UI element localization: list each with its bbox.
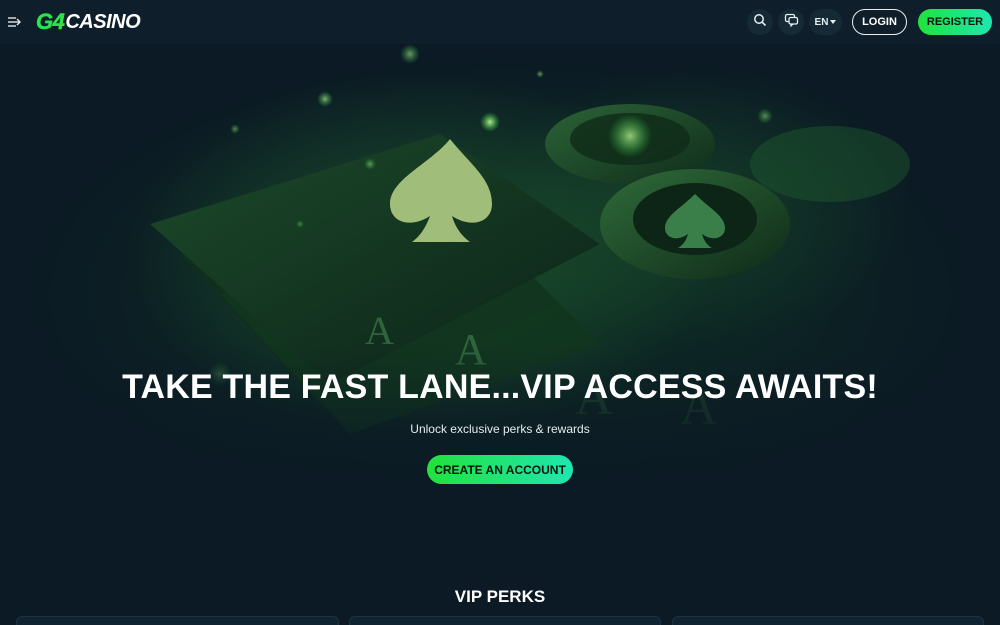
site-logo[interactable]: G4 CASINO xyxy=(36,9,141,35)
hero-subtitle: Unlock exclusive perks & rewards xyxy=(410,422,590,436)
language-selector[interactable]: EN xyxy=(809,9,842,35)
language-label: EN xyxy=(814,16,829,28)
register-button[interactable]: REGISTER xyxy=(918,9,992,35)
perk-card xyxy=(16,616,339,625)
search-icon xyxy=(753,13,767,32)
menu-toggle-icon[interactable] xyxy=(7,14,21,30)
create-account-button[interactable]: CREATE AN ACCOUNT xyxy=(427,455,573,484)
chevron-down-icon xyxy=(830,20,837,24)
hero-banner: A A A A xyxy=(0,44,1000,564)
perk-card xyxy=(349,616,661,625)
perk-card xyxy=(672,616,984,625)
vip-perks-heading: VIP PERKS xyxy=(454,587,546,606)
logo-text: CASINO xyxy=(65,10,141,33)
search-button[interactable] xyxy=(747,9,773,35)
top-header: G4 CASINO EN LOGIN REGISTER xyxy=(0,0,1000,44)
hero-title: TAKE THE FAST LANE...VIP ACCESS AWAITS! xyxy=(122,368,878,406)
chat-icon xyxy=(784,13,799,32)
logo-mark: G4 xyxy=(36,9,65,35)
chat-button[interactable] xyxy=(778,9,804,35)
login-button[interactable]: LOGIN xyxy=(852,9,907,35)
